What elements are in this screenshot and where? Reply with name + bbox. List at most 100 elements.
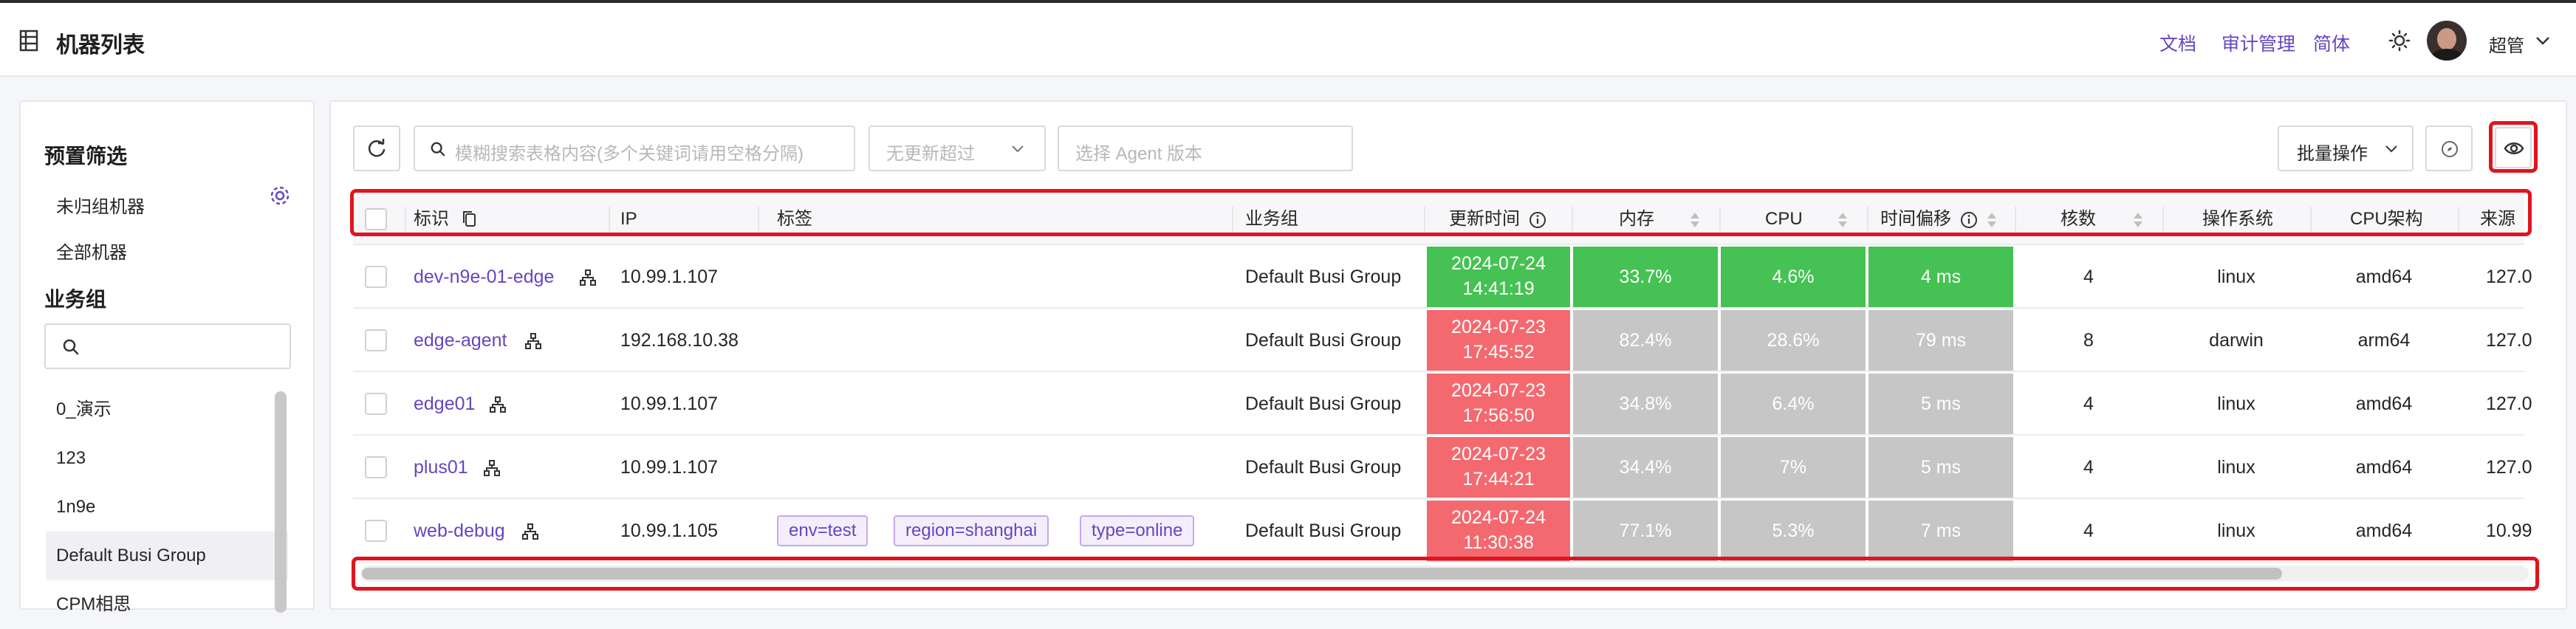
- machine-ident-link[interactable]: edge01: [414, 372, 475, 436]
- info-icon[interactable]: [1529, 211, 1546, 229]
- update-date: 2024-07-24: [1451, 253, 1546, 274]
- column-header-cpu[interactable]: CPU: [1765, 193, 1803, 245]
- copy-icon[interactable]: [461, 210, 479, 229]
- group-cell: Default Busi Group: [1245, 267, 1402, 287]
- info-icon[interactable]: [1960, 211, 1978, 229]
- batch-operation-button[interactable]: 批量操作: [2278, 126, 2414, 171]
- batch-operation-label: 批量操作: [2297, 144, 2368, 164]
- column-header-ip[interactable]: IP: [620, 193, 637, 245]
- row-checkbox[interactable]: [365, 393, 387, 415]
- chevron-down-icon[interactable]: [2535, 32, 2551, 49]
- cores-cell: 4: [2083, 520, 2094, 541]
- update-time-cell: 2024-07-24 14:41:19: [1427, 247, 1570, 307]
- os-cell: linux: [2217, 457, 2255, 478]
- cores-cell: 4: [2083, 267, 2094, 287]
- sort-icon[interactable]: [1837, 211, 1848, 229]
- offset-cell: 7 ms: [1868, 501, 2013, 561]
- table-row[interactable]: dev-n9e-01-edge 10.99.1.107 Default Busi…: [353, 245, 2532, 309]
- ip-cell: 10.99.1.107: [620, 267, 719, 287]
- row-checkbox[interactable]: [365, 329, 387, 351]
- column-header-group[interactable]: 业务组: [1245, 193, 1298, 245]
- column-header-mem[interactable]: 内存: [1619, 193, 1654, 245]
- theme-toggle-icon[interactable]: [2388, 30, 2411, 52]
- group-search-input[interactable]: [44, 323, 291, 369]
- offset-cell: 5 ms: [1868, 374, 2013, 434]
- arch-cell: amd64: [2355, 520, 2413, 541]
- filter-sidebar: 预置筛选 未归组机器 全部机器 业务组 0_演示 123 1n9e Defaul…: [19, 100, 315, 614]
- table-header: 标识 IP 标签 业务组 更新时间 内存 CPU 时间偏移 核数 操作系统 CP…: [353, 193, 2524, 245]
- column-header-ident[interactable]: 标识: [414, 193, 449, 245]
- tag-chip[interactable]: region=shanghai: [894, 515, 1049, 546]
- agent-version-select[interactable]: 选择 Agent 版本: [1058, 126, 1353, 171]
- os-cell: linux: [2217, 520, 2255, 541]
- column-separator: [2458, 207, 2459, 232]
- avatar[interactable]: [2427, 21, 2467, 61]
- table-row[interactable]: edge-agent 192.168.10.38 Default Busi Gr…: [353, 309, 2532, 372]
- audit-link[interactable]: 审计管理: [2222, 30, 2295, 56]
- refresh-button[interactable]: [353, 126, 400, 171]
- table-row[interactable]: plus01 10.99.1.107 Default Busi Group 20…: [353, 436, 2532, 499]
- topology-icon[interactable]: [489, 396, 507, 413]
- group-item[interactable]: 1n9e: [46, 483, 288, 532]
- column-visibility-button[interactable]: [2495, 127, 2532, 168]
- tag-chip[interactable]: type=online: [1080, 515, 1195, 546]
- column-header-os[interactable]: 操作系统: [2202, 193, 2273, 245]
- column-separator: [405, 207, 406, 232]
- topology-icon[interactable]: [521, 523, 539, 540]
- gear-icon[interactable]: [269, 185, 291, 207]
- machine-ident-link[interactable]: dev-n9e-01-edge: [414, 245, 554, 309]
- column-header-arch[interactable]: CPU架构: [2350, 193, 2423, 245]
- cpu-cell: 4.6%: [1721, 247, 1866, 307]
- source-cell: 127.0: [2486, 393, 2532, 414]
- topology-icon[interactable]: [579, 269, 597, 286]
- cores-cell: 8: [2083, 330, 2094, 351]
- table-row[interactable]: web-debug 10.99.1.105 env=test region=sh…: [353, 499, 2532, 563]
- sidebar-scrollbar[interactable]: [275, 391, 287, 613]
- select-all-checkbox[interactable]: [365, 208, 387, 230]
- user-name[interactable]: 超管: [2489, 31, 2524, 57]
- refresh-icon: [368, 139, 386, 157]
- chevron-down-icon: [2385, 145, 2397, 153]
- cpu-cell: 6.4%: [1721, 374, 1866, 434]
- group-item-selected[interactable]: Default Busi Group: [46, 532, 288, 580]
- sort-icon[interactable]: [1987, 211, 1997, 229]
- no-update-select[interactable]: 无更新超过: [869, 126, 1046, 171]
- update-clock: 17:44:21: [1462, 469, 1535, 489]
- table-row[interactable]: edge01 10.99.1.107 Default Busi Group 20…: [353, 372, 2532, 436]
- row-checkbox[interactable]: [365, 266, 387, 288]
- scrollbar-thumb[interactable]: [362, 568, 2282, 580]
- column-header-offset[interactable]: 时间偏移: [1880, 193, 1951, 245]
- column-header-tags[interactable]: 标签: [777, 193, 812, 245]
- preset-item-ungrouped[interactable]: 未归组机器: [56, 192, 145, 218]
- preset-item-all[interactable]: 全部机器: [56, 238, 127, 264]
- horizontal-scrollbar[interactable]: [360, 566, 2529, 582]
- sort-icon[interactable]: [1690, 211, 1700, 229]
- column-header-cores[interactable]: 核数: [2061, 193, 2096, 245]
- mem-cell: 34.8%: [1573, 374, 1718, 434]
- column-separator: [2310, 207, 2312, 232]
- column-header-update-time[interactable]: 更新时间: [1449, 193, 1520, 245]
- machine-ident-link[interactable]: web-debug: [414, 499, 505, 563]
- group-item[interactable]: 123: [46, 434, 288, 483]
- compass-icon: [2442, 141, 2458, 157]
- compass-button[interactable]: [2425, 126, 2473, 171]
- topology-icon[interactable]: [524, 332, 542, 350]
- machine-ident-link[interactable]: edge-agent: [414, 309, 507, 372]
- table-search-input[interactable]: 模糊搜索表格内容(多个关键词请用空格分隔): [414, 126, 855, 171]
- offset-cell: 79 ms: [1868, 310, 2013, 371]
- update-time-cell: 2024-07-23 17:56:50: [1427, 374, 1570, 434]
- update-date: 2024-07-23: [1451, 444, 1546, 464]
- row-checkbox[interactable]: [365, 456, 387, 478]
- group-item[interactable]: CPM相思: [46, 580, 288, 629]
- topology-icon[interactable]: [483, 459, 501, 477]
- row-checkbox[interactable]: [365, 520, 387, 542]
- os-cell: linux: [2217, 267, 2255, 287]
- docs-link[interactable]: 文档: [2159, 30, 2196, 56]
- column-header-source[interactable]: 来源: [2480, 193, 2515, 245]
- machine-ident-link[interactable]: plus01: [414, 436, 468, 499]
- language-link[interactable]: 简体: [2313, 30, 2350, 56]
- offset-cell: 4 ms: [1868, 247, 2013, 307]
- sort-icon[interactable]: [2133, 211, 2143, 229]
- tag-chip[interactable]: env=test: [777, 515, 869, 546]
- group-item[interactable]: 0_演示: [46, 385, 288, 434]
